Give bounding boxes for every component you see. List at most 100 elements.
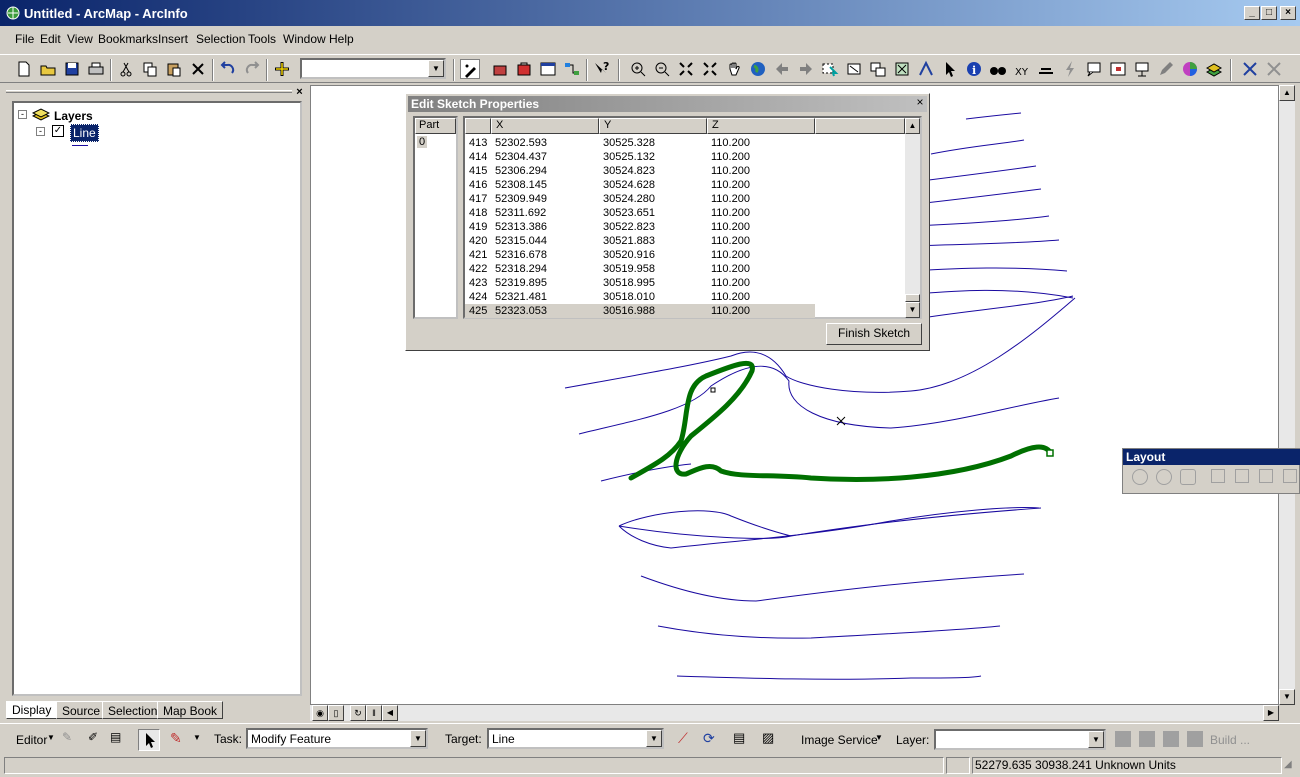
close-button[interactable]: ×: [1280, 6, 1296, 20]
previous-extent-arrow-icon[interactable]: [772, 59, 792, 79]
color-wheel-icon[interactable]: [1180, 59, 1200, 79]
map-scale-combo[interactable]: ▼: [300, 58, 446, 79]
whats-this-help-icon[interactable]: ?: [592, 59, 612, 79]
split-tool-icon[interactable]: ⟋: [678, 730, 696, 748]
identify-map-icon[interactable]: [892, 59, 912, 79]
delete-icon[interactable]: [188, 59, 208, 79]
add-data-icon[interactable]: [272, 59, 292, 79]
menu-insert[interactable]: Insert: [158, 32, 188, 46]
scroll-up-icon[interactable]: ▲: [1279, 85, 1295, 101]
resize-grip-icon[interactable]: ◢: [1284, 759, 1298, 773]
table-row[interactable]: 417 52309.949 30524.280 110.200: [465, 192, 815, 206]
command-line-icon[interactable]: [538, 59, 558, 79]
copy-icon[interactable]: [140, 59, 160, 79]
save-icon[interactable]: [62, 59, 82, 79]
rotate-tool-icon[interactable]: ⟳: [703, 730, 721, 748]
fixed-zoom-out-icon[interactable]: [700, 59, 720, 79]
collapse-icon[interactable]: -: [36, 127, 45, 136]
menu-tools[interactable]: Tools: [248, 32, 276, 46]
lightning-icon[interactable]: [1060, 59, 1080, 79]
find-binoculars-icon[interactable]: [988, 59, 1008, 79]
data-view-icon[interactable]: ◉: [312, 705, 328, 721]
menu-edit[interactable]: Edit: [40, 32, 61, 46]
measure-icon[interactable]: [1036, 59, 1056, 79]
table-row[interactable]: 416 52308.145 30524.628 110.200: [465, 178, 815, 192]
chevron-down-icon[interactable]: ▼: [875, 733, 883, 742]
zoom-in-icon[interactable]: [628, 59, 648, 79]
fixed-zoom-in-icon[interactable]: [676, 59, 696, 79]
scroll-right-icon[interactable]: ▶: [1263, 705, 1279, 721]
layer-visibility-checkbox[interactable]: ✓: [52, 125, 64, 137]
minimize-button[interactable]: _: [1244, 6, 1260, 20]
menu-bookmarks[interactable]: Bookmarks: [98, 32, 158, 46]
task-combo[interactable]: Modify Feature ▼: [246, 728, 428, 749]
toc-root-label[interactable]: Layers: [54, 109, 93, 123]
dialog-close-icon[interactable]: ×: [914, 96, 926, 109]
full-extent-globe-icon[interactable]: [748, 59, 768, 79]
image-service-tool-icon[interactable]: [1187, 731, 1203, 747]
arctoolbox-icon[interactable]: [490, 59, 510, 79]
layout-pan-icon[interactable]: [1180, 469, 1196, 485]
part-item[interactable]: 0: [417, 136, 428, 148]
chevron-down-icon[interactable]: ▼: [47, 733, 55, 742]
chevron-down-icon[interactable]: ▼: [646, 730, 662, 747]
table-row[interactable]: 422 52318.294 30519.958 110.200: [465, 262, 815, 276]
layout-fixed-zoom-in-icon[interactable]: [1211, 469, 1225, 483]
editor-toolbar-icon[interactable]: [460, 59, 480, 79]
pencil-icon[interactable]: [1156, 59, 1176, 79]
table-row[interactable]: 421 52316.678 30520.916 110.200: [465, 248, 815, 262]
paste-icon[interactable]: [164, 59, 184, 79]
layout-view-icon[interactable]: ▯: [328, 705, 344, 721]
image-service-tool-icon[interactable]: [1139, 731, 1155, 747]
collapse-icon[interactable]: -: [18, 110, 27, 119]
scroll-left-icon[interactable]: ◀: [382, 705, 398, 721]
identify-info-icon[interactable]: i: [964, 59, 984, 79]
image-service-tool-icon[interactable]: [1163, 731, 1179, 747]
go-to-xy-icon[interactable]: XY: [1012, 59, 1032, 79]
refresh-icon[interactable]: ↻: [350, 705, 366, 721]
undo-icon[interactable]: [218, 59, 238, 79]
editor-menu-label[interactable]: Editor: [16, 733, 47, 747]
menu-view[interactable]: View: [67, 32, 93, 46]
zoom-out-icon[interactable]: [652, 59, 672, 79]
toc-close-icon[interactable]: ×: [294, 87, 305, 98]
chevron-down-icon[interactable]: ▼: [428, 60, 444, 77]
select-arrow-icon[interactable]: [940, 59, 960, 79]
table-row[interactable]: 414 52304.437 30525.132 110.200: [465, 150, 815, 164]
toc-grip[interactable]: [6, 90, 292, 93]
part-column-header[interactable]: Part: [415, 118, 456, 134]
tab-source[interactable]: Source: [56, 701, 107, 719]
layout-zoom-in-icon[interactable]: [1132, 469, 1148, 485]
chevron-down-icon[interactable]: ▼: [410, 730, 426, 747]
select-elements-icon[interactable]: [868, 59, 888, 79]
tab-map-book[interactable]: Map Book: [157, 701, 224, 719]
model-builder-icon[interactable]: [562, 59, 582, 79]
reshape-icon[interactable]: ✐: [88, 730, 106, 748]
overview-icon[interactable]: [1108, 59, 1128, 79]
html-popup-icon[interactable]: [1084, 59, 1104, 79]
select-by-graphics-icon[interactable]: [1240, 59, 1260, 79]
image-service-label[interactable]: Image Service: [801, 733, 878, 747]
chevron-down-icon[interactable]: ▼: [1088, 731, 1104, 748]
target-combo[interactable]: Line ▼: [487, 728, 664, 749]
scroll-down-icon[interactable]: ▼: [905, 302, 920, 318]
pause-icon[interactable]: ‖: [366, 705, 382, 721]
table-row[interactable]: 423 52319.895 30518.995 110.200: [465, 276, 815, 290]
table-row[interactable]: 424 52321.481 30518.010 110.200: [465, 290, 815, 304]
scroll-up-icon[interactable]: ▲: [905, 118, 920, 134]
table-row[interactable]: 413 52302.593 30525.328 110.200: [465, 136, 815, 150]
tab-display[interactable]: Display: [6, 701, 58, 719]
layout-toolbar-title[interactable]: Layout: [1123, 449, 1300, 465]
edit-vertices-icon[interactable]: ✎: [62, 730, 80, 748]
maximize-button[interactable]: □: [1261, 6, 1277, 20]
menu-selection[interactable]: Selection: [196, 32, 245, 46]
build-button[interactable]: Build ...: [1210, 733, 1250, 747]
sketch-properties-icon[interactable]: ▤: [110, 730, 128, 748]
menu-help[interactable]: Help: [329, 32, 354, 46]
print-icon[interactable]: [86, 59, 106, 79]
cut-icon[interactable]: [116, 59, 136, 79]
hyperlink-icon[interactable]: [916, 59, 936, 79]
table-vertical-scrollbar[interactable]: ▲ ▼: [905, 118, 920, 318]
layer-name-label[interactable]: Line: [70, 124, 99, 142]
scroll-down-icon[interactable]: ▼: [1279, 689, 1295, 705]
